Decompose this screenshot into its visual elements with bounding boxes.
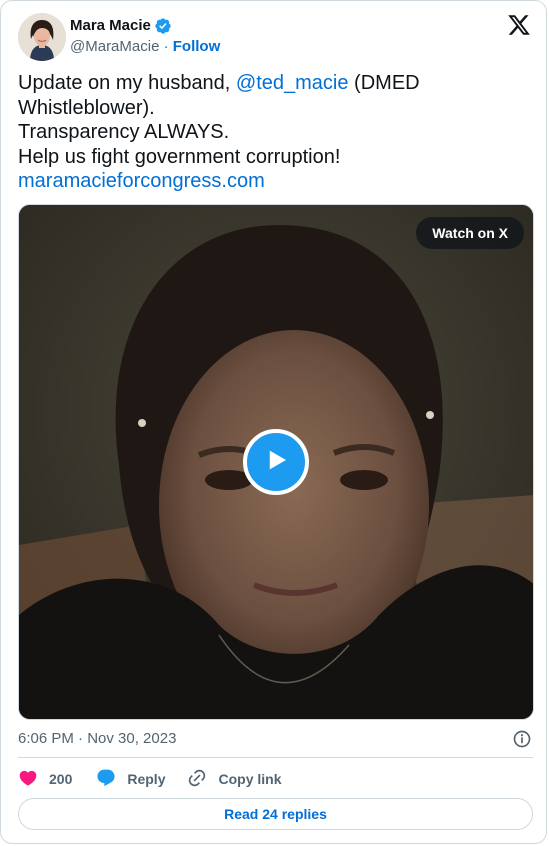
like-button[interactable]: 200: [18, 768, 72, 791]
tweet-line-2: Transparency ALWAYS.: [18, 121, 230, 143]
author-name[interactable]: Mara Macie: [70, 16, 172, 36]
read-replies-button[interactable]: Read 24 replies: [18, 798, 533, 830]
copy-link-button[interactable]: Copy link: [187, 768, 282, 791]
tweet-timestamp[interactable]: 6:06 PM · Nov 30, 2023: [18, 729, 176, 749]
reply-button[interactable]: Reply: [96, 768, 165, 791]
author-name-text[interactable]: Mara Macie: [70, 16, 151, 36]
tweet-line-1: Update on my husband, @ted_macie (DMED W…: [18, 71, 533, 120]
tweet-card: Mara Macie @MaraMacie · Follow Update on…: [0, 0, 547, 844]
likes-count: 200: [49, 771, 73, 787]
reply-bubble-icon: [96, 768, 116, 791]
action-bar: 200 Reply Copy link: [18, 767, 282, 791]
tweet-line-3: Help us fight government corruption!: [18, 145, 341, 168]
handle-separator: ·: [163, 38, 169, 55]
info-icon[interactable]: [512, 729, 532, 754]
verified-badge-icon: [154, 17, 172, 35]
tweet-text: Update on my husband, @ted_macie (DMED W…: [18, 71, 533, 194]
watch-on-x-button[interactable]: Watch on X: [416, 217, 524, 249]
tweet-line-1-prefix: Update on my husband,: [18, 72, 236, 94]
play-button[interactable]: [243, 429, 309, 495]
play-icon: [261, 445, 291, 480]
copy-link-label: Copy link: [218, 771, 282, 787]
website-link[interactable]: maramacieforcongress.com: [18, 170, 265, 192]
avatar[interactable]: [18, 13, 66, 61]
author-handle-row: @MaraMacie · Follow: [70, 37, 220, 57]
divider: [18, 757, 533, 758]
mention-link[interactable]: @ted_macie: [236, 72, 349, 94]
video-thumbnail[interactable]: Watch on X: [18, 204, 534, 720]
follow-button[interactable]: Follow: [173, 38, 221, 55]
link-icon: [187, 768, 207, 791]
x-logo-icon[interactable]: [507, 13, 531, 42]
reply-label: Reply: [127, 771, 166, 787]
author-handle[interactable]: @MaraMacie: [70, 38, 159, 55]
heart-icon: [18, 768, 38, 791]
